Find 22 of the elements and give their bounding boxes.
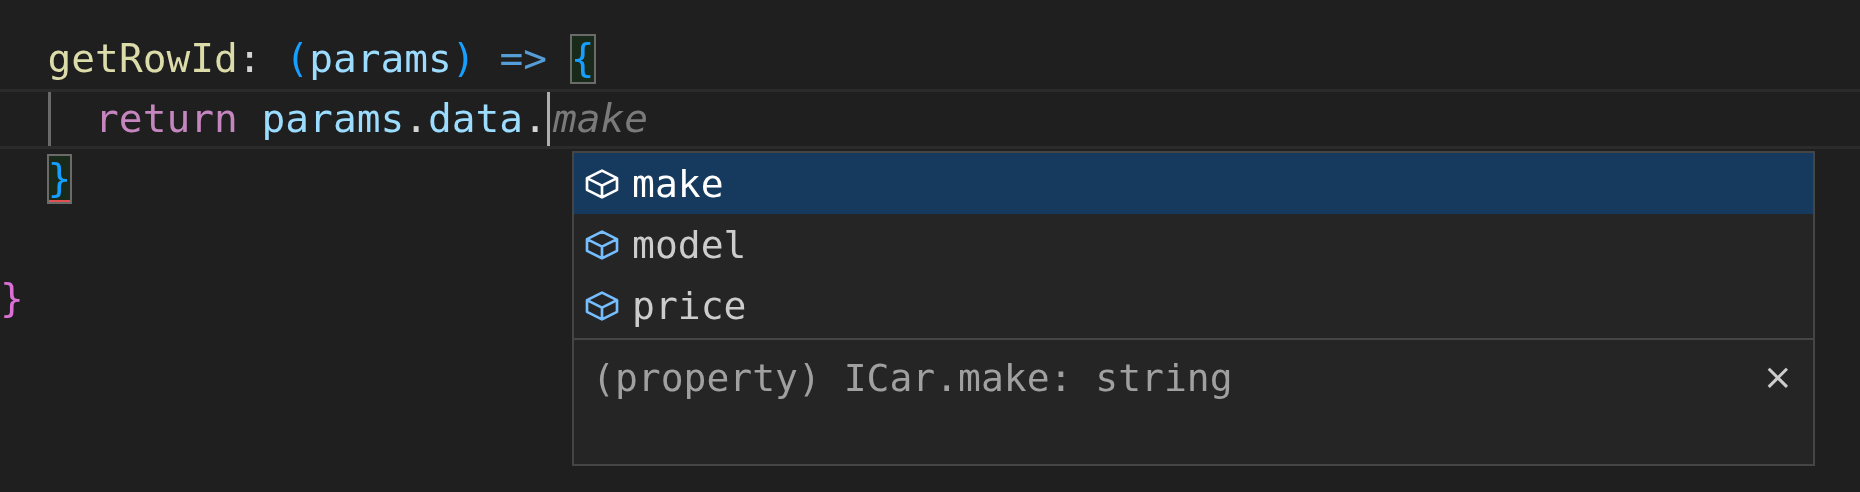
ghost-text: make — [552, 95, 649, 143]
suggestion-item[interactable]: model — [574, 214, 1813, 275]
arrow-operator: => — [498, 35, 548, 83]
keyword: return — [95, 95, 239, 143]
punctuation: : — [237, 35, 263, 83]
brace: } — [47, 155, 72, 203]
indent-guide — [47, 92, 51, 146]
identifier: params — [261, 95, 405, 143]
identifier: data — [428, 95, 524, 143]
parenthesis: ( — [285, 35, 310, 83]
parenthesis: ) — [451, 35, 476, 83]
text-cursor — [546, 92, 550, 146]
punctuation: . — [523, 95, 547, 143]
suggestion-item[interactable]: price — [574, 275, 1813, 336]
identifier: params — [309, 35, 452, 83]
type-signature: (property) ICar.make: string — [592, 356, 1233, 400]
brace: } — [0, 275, 24, 323]
suggestion-item[interactable]: make — [574, 153, 1813, 214]
function-name: getRowId — [47, 35, 238, 83]
close-button[interactable]: × — [1756, 356, 1799, 397]
punctuation: . — [404, 95, 429, 143]
brace: { — [570, 35, 595, 83]
